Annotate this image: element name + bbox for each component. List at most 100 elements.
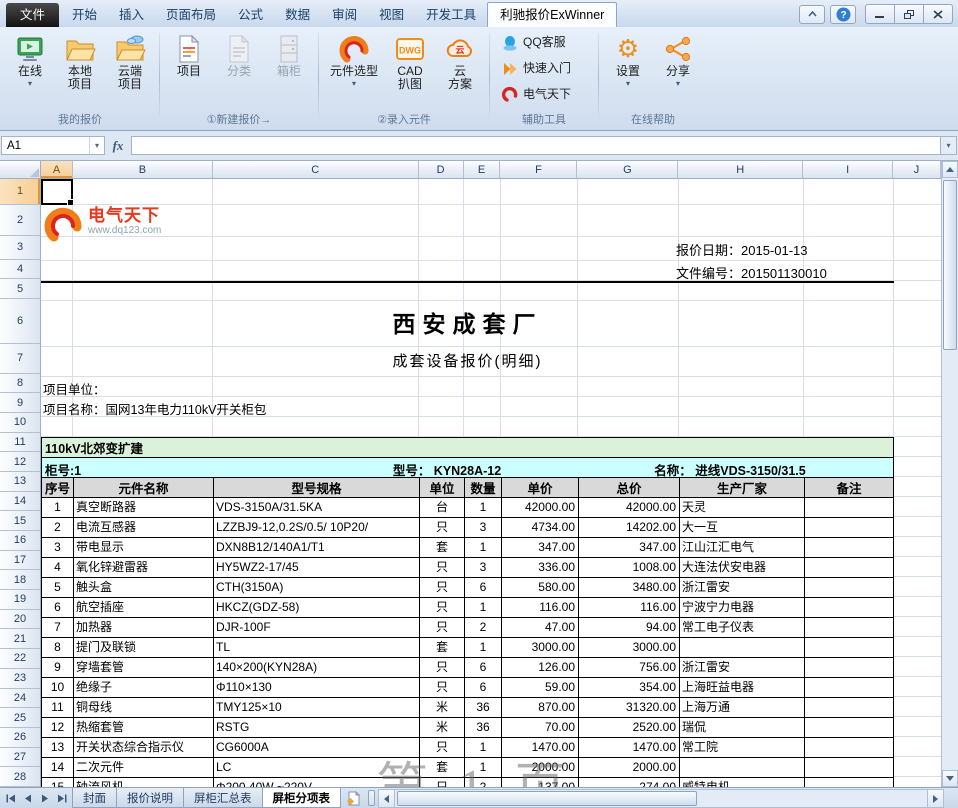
table-cell[interactable]: 触头盒: [74, 578, 214, 597]
table-cell[interactable]: 穿墙套管: [74, 658, 214, 677]
row-header-19[interactable]: 19: [0, 590, 40, 610]
table-cell[interactable]: 31320.00: [579, 698, 680, 717]
table-cell[interactable]: 3000.00: [502, 638, 579, 657]
table-cell[interactable]: 铜母线: [74, 698, 214, 717]
table-cell[interactable]: 上海旺益电器: [680, 678, 805, 697]
sheet-tab-cabinet-summary[interactable]: 屏柜汇总表: [183, 788, 263, 808]
table-cell[interactable]: DXN8B12/140A1/T1: [214, 538, 420, 557]
table-cell[interactable]: Φ200 40W ~220V: [214, 778, 420, 787]
table-cell[interactable]: 1: [465, 758, 502, 777]
last-sheet-button[interactable]: [54, 790, 70, 806]
table-cell[interactable]: 2: [465, 618, 502, 637]
scroll-up-button[interactable]: [942, 161, 958, 178]
table-cell[interactable]: 加热器: [74, 618, 214, 637]
table-cell[interactable]: [805, 718, 893, 737]
row-header-9[interactable]: 9: [0, 393, 40, 413]
scroll-right-button[interactable]: [927, 789, 944, 808]
row-header-14[interactable]: 14: [0, 492, 40, 512]
table-cell[interactable]: 11: [42, 698, 74, 717]
table-cell[interactable]: 10: [42, 678, 74, 697]
table-cell[interactable]: [805, 578, 893, 597]
maximize-button[interactable]: [895, 4, 924, 24]
table-cell[interactable]: 9: [42, 658, 74, 677]
row-header-4[interactable]: 4: [0, 260, 40, 280]
table-cell[interactable]: [805, 778, 893, 787]
table-cell[interactable]: 绝缘子: [74, 678, 214, 697]
table-cell[interactable]: 套: [420, 538, 465, 557]
sheet-tab-cover[interactable]: 封面: [72, 788, 117, 808]
ribbon-tab[interactable]: 插入: [108, 3, 155, 27]
sheet-canvas[interactable]: 电气天下 www.dq123.com 报价日期：2015-01-13 文件编号：…: [41, 179, 941, 787]
table-cell[interactable]: 带电显示: [74, 538, 214, 557]
table-cell[interactable]: 只: [420, 578, 465, 597]
table-cell[interactable]: 只: [420, 778, 465, 787]
table-cell[interactable]: 12: [42, 718, 74, 737]
formula-bar-expand-icon[interactable]: ▾: [941, 136, 957, 155]
column-header-H[interactable]: H: [678, 161, 803, 178]
table-cell[interactable]: [805, 498, 893, 517]
table-cell[interactable]: 台: [420, 498, 465, 517]
cloud-project-button[interactable]: 云端 项目: [106, 30, 154, 93]
table-cell[interactable]: 8: [42, 638, 74, 657]
row-header-28[interactable]: 28: [0, 767, 40, 787]
tab-split-handle[interactable]: [368, 790, 375, 806]
table-cell[interactable]: 3: [465, 558, 502, 577]
cloud-plan-button[interactable]: 云云 方案: [436, 30, 484, 93]
table-cell[interactable]: 套: [420, 758, 465, 777]
dq-world-button[interactable]: 电气天下: [495, 82, 593, 107]
help-button[interactable]: ?: [830, 5, 856, 24]
table-cell[interactable]: TL: [214, 638, 420, 657]
table-cell[interactable]: 只: [420, 598, 465, 617]
table-cell[interactable]: 4734.00: [502, 518, 579, 537]
column-header-E[interactable]: E: [464, 161, 501, 178]
table-cell[interactable]: 14: [42, 758, 74, 777]
horizontal-scroll-track[interactable]: [395, 789, 927, 808]
table-cell[interactable]: 116.00: [579, 598, 680, 617]
table-cell[interactable]: TMY125×10: [214, 698, 420, 717]
table-cell[interactable]: 只: [420, 678, 465, 697]
column-header-C[interactable]: C: [213, 161, 419, 178]
table-cell[interactable]: 浙江雷安: [680, 578, 805, 597]
table-cell[interactable]: 140×200(KYN28A): [214, 658, 420, 677]
table-cell[interactable]: 2000.00: [579, 758, 680, 777]
table-cell[interactable]: 2: [465, 778, 502, 787]
insert-function-button[interactable]: fx: [105, 138, 131, 154]
table-cell[interactable]: 浙江雷安: [680, 658, 805, 677]
table-cell[interactable]: 1470.00: [502, 738, 579, 757]
table-cell[interactable]: 热缩套管: [74, 718, 214, 737]
table-cell[interactable]: 米: [420, 698, 465, 717]
minimize-button[interactable]: [865, 4, 895, 24]
table-cell[interactable]: 1: [465, 638, 502, 657]
table-cell[interactable]: HY5WZ2-17/45: [214, 558, 420, 577]
prev-sheet-button[interactable]: [20, 790, 36, 806]
table-cell[interactable]: 6: [465, 578, 502, 597]
table-cell[interactable]: 42000.00: [502, 498, 579, 517]
column-header-G[interactable]: G: [577, 161, 678, 178]
table-cell[interactable]: 1: [465, 738, 502, 757]
table-cell[interactable]: 真空断路器: [74, 498, 214, 517]
table-cell[interactable]: [680, 638, 805, 657]
table-cell[interactable]: 只: [420, 518, 465, 537]
row-header-8[interactable]: 8: [0, 374, 40, 394]
table-cell[interactable]: 1: [465, 538, 502, 557]
share-button[interactable]: 分享▾: [654, 30, 702, 90]
insert-sheet-button[interactable]: [341, 788, 365, 808]
table-cell[interactable]: 江山江汇电气: [680, 538, 805, 557]
scroll-left-button[interactable]: [378, 789, 395, 808]
vertical-scroll-thumb[interactable]: [943, 180, 957, 350]
name-box-dropdown-icon[interactable]: ▾: [89, 137, 104, 154]
table-cell[interactable]: RSTG: [214, 718, 420, 737]
scroll-down-button[interactable]: [942, 770, 958, 787]
column-header-A[interactable]: A: [41, 161, 73, 178]
row-header-6[interactable]: 6: [0, 299, 40, 344]
category-button[interactable]: 分类: [215, 30, 263, 80]
table-cell[interactable]: 只: [420, 658, 465, 677]
column-header-F[interactable]: F: [500, 161, 577, 178]
table-cell[interactable]: 36: [465, 698, 502, 717]
row-header-22[interactable]: 22: [0, 649, 40, 669]
table-cell[interactable]: 6: [42, 598, 74, 617]
table-cell[interactable]: [805, 618, 893, 637]
table-cell[interactable]: 只: [420, 558, 465, 577]
table-cell[interactable]: [805, 738, 893, 757]
file-tab[interactable]: 文件: [6, 3, 59, 27]
